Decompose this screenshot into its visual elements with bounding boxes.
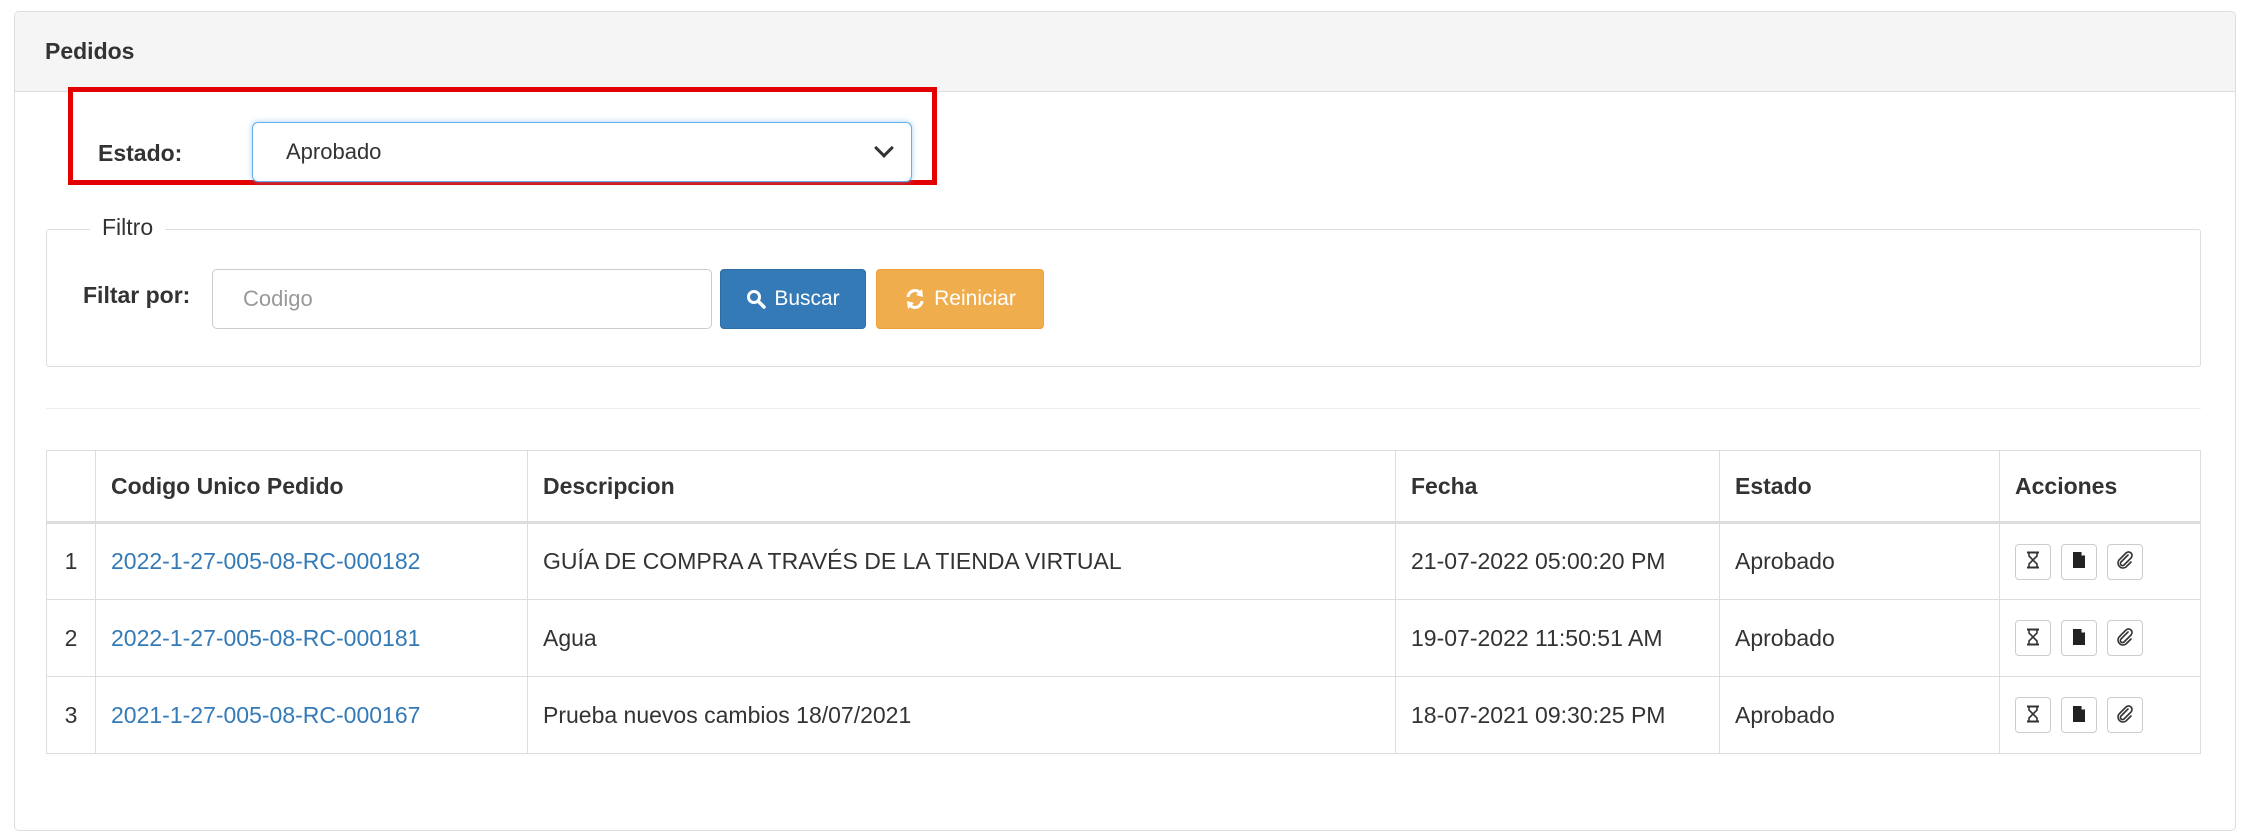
row-index: 2 xyxy=(46,599,96,677)
row-date: 18-07-2021 09:30:25 PM xyxy=(1395,676,1720,754)
header-estado: Estado xyxy=(1719,450,2000,524)
table-row: 1 2022-1-27-005-08-RC-000182 GUÍA DE COM… xyxy=(46,522,2201,600)
header-index xyxy=(46,450,96,524)
document-button[interactable] xyxy=(2061,543,2097,580)
row-status: Aprobado xyxy=(1719,522,2000,600)
codigo-search-input[interactable] xyxy=(212,269,712,329)
pedido-code-link[interactable]: 2022-1-27-005-08-RC-000182 xyxy=(111,548,420,574)
chevron-down-icon xyxy=(874,138,894,158)
row-index: 3 xyxy=(46,676,96,754)
filtrar-label: Filtar por: xyxy=(83,282,191,308)
table-header-row: Codigo Unico Pedido Descripcion Fecha Es… xyxy=(46,450,2201,524)
file-icon xyxy=(2072,548,2086,575)
estado-select-value: Aprobado xyxy=(286,139,382,164)
table-row: 2 2022-1-27-005-08-RC-000181 Agua 19-07-… xyxy=(46,599,2201,677)
document-button[interactable] xyxy=(2061,620,2097,656)
estado-label: Estado: xyxy=(98,140,183,166)
paperclip-icon xyxy=(2116,702,2134,729)
hourglass-icon xyxy=(2025,548,2041,575)
row-description: GUÍA DE COMPRA A TRAVÉS DE LA TIENDA VIR… xyxy=(527,522,1396,600)
row-description: Prueba nuevos cambios 18/07/2021 xyxy=(527,676,1396,754)
divider xyxy=(46,408,2201,409)
row-index: 1 xyxy=(46,522,96,600)
row-date: 19-07-2022 11:50:51 AM xyxy=(1395,599,1720,677)
file-icon xyxy=(2072,625,2086,652)
estado-select[interactable]: Aprobado xyxy=(252,122,912,182)
attachment-button[interactable] xyxy=(2107,620,2143,656)
row-actions xyxy=(2015,697,2185,733)
row-actions xyxy=(2015,620,2185,656)
reiniciar-button-label: Reiniciar xyxy=(934,287,1016,310)
table-row: 3 2021-1-27-005-08-RC-000167 Prueba nuev… xyxy=(46,676,2201,754)
buscar-button-label: Buscar xyxy=(774,287,840,310)
pedidos-table: Codigo Unico Pedido Descripcion Fecha Es… xyxy=(46,450,2201,754)
row-date: 21-07-2022 05:00:20 PM xyxy=(1395,522,1720,600)
search-icon xyxy=(746,289,767,309)
header-acciones: Acciones xyxy=(1999,450,2201,524)
row-status: Aprobado xyxy=(1719,599,2000,677)
header-codigo: Codigo Unico Pedido xyxy=(95,450,528,524)
history-button[interactable] xyxy=(2015,697,2051,733)
row-status: Aprobado xyxy=(1719,676,2000,754)
attachment-button[interactable] xyxy=(2107,543,2143,580)
history-button[interactable] xyxy=(2015,543,2051,580)
row-actions xyxy=(2015,543,2185,580)
reiniciar-button[interactable]: Reiniciar xyxy=(876,269,1044,329)
header-fecha: Fecha xyxy=(1395,450,1720,524)
document-button[interactable] xyxy=(2061,697,2097,733)
refresh-icon xyxy=(904,288,926,310)
history-button[interactable] xyxy=(2015,620,2051,656)
header-descripcion: Descripcion xyxy=(527,450,1396,524)
pedido-code-link[interactable]: 2021-1-27-005-08-RC-000167 xyxy=(111,702,420,728)
hourglass-icon xyxy=(2025,702,2041,729)
buscar-button[interactable]: Buscar xyxy=(720,269,866,329)
panel-title: Pedidos xyxy=(45,38,135,64)
panel-heading: Pedidos xyxy=(15,12,2235,92)
row-description: Agua xyxy=(527,599,1396,677)
pedido-code-link[interactable]: 2022-1-27-005-08-RC-000181 xyxy=(111,625,420,651)
paperclip-icon xyxy=(2116,548,2134,575)
filtro-legend: Filtro xyxy=(90,214,166,241)
hourglass-icon xyxy=(2025,625,2041,652)
paperclip-icon xyxy=(2116,625,2134,652)
attachment-button[interactable] xyxy=(2107,697,2143,733)
file-icon xyxy=(2072,702,2086,729)
